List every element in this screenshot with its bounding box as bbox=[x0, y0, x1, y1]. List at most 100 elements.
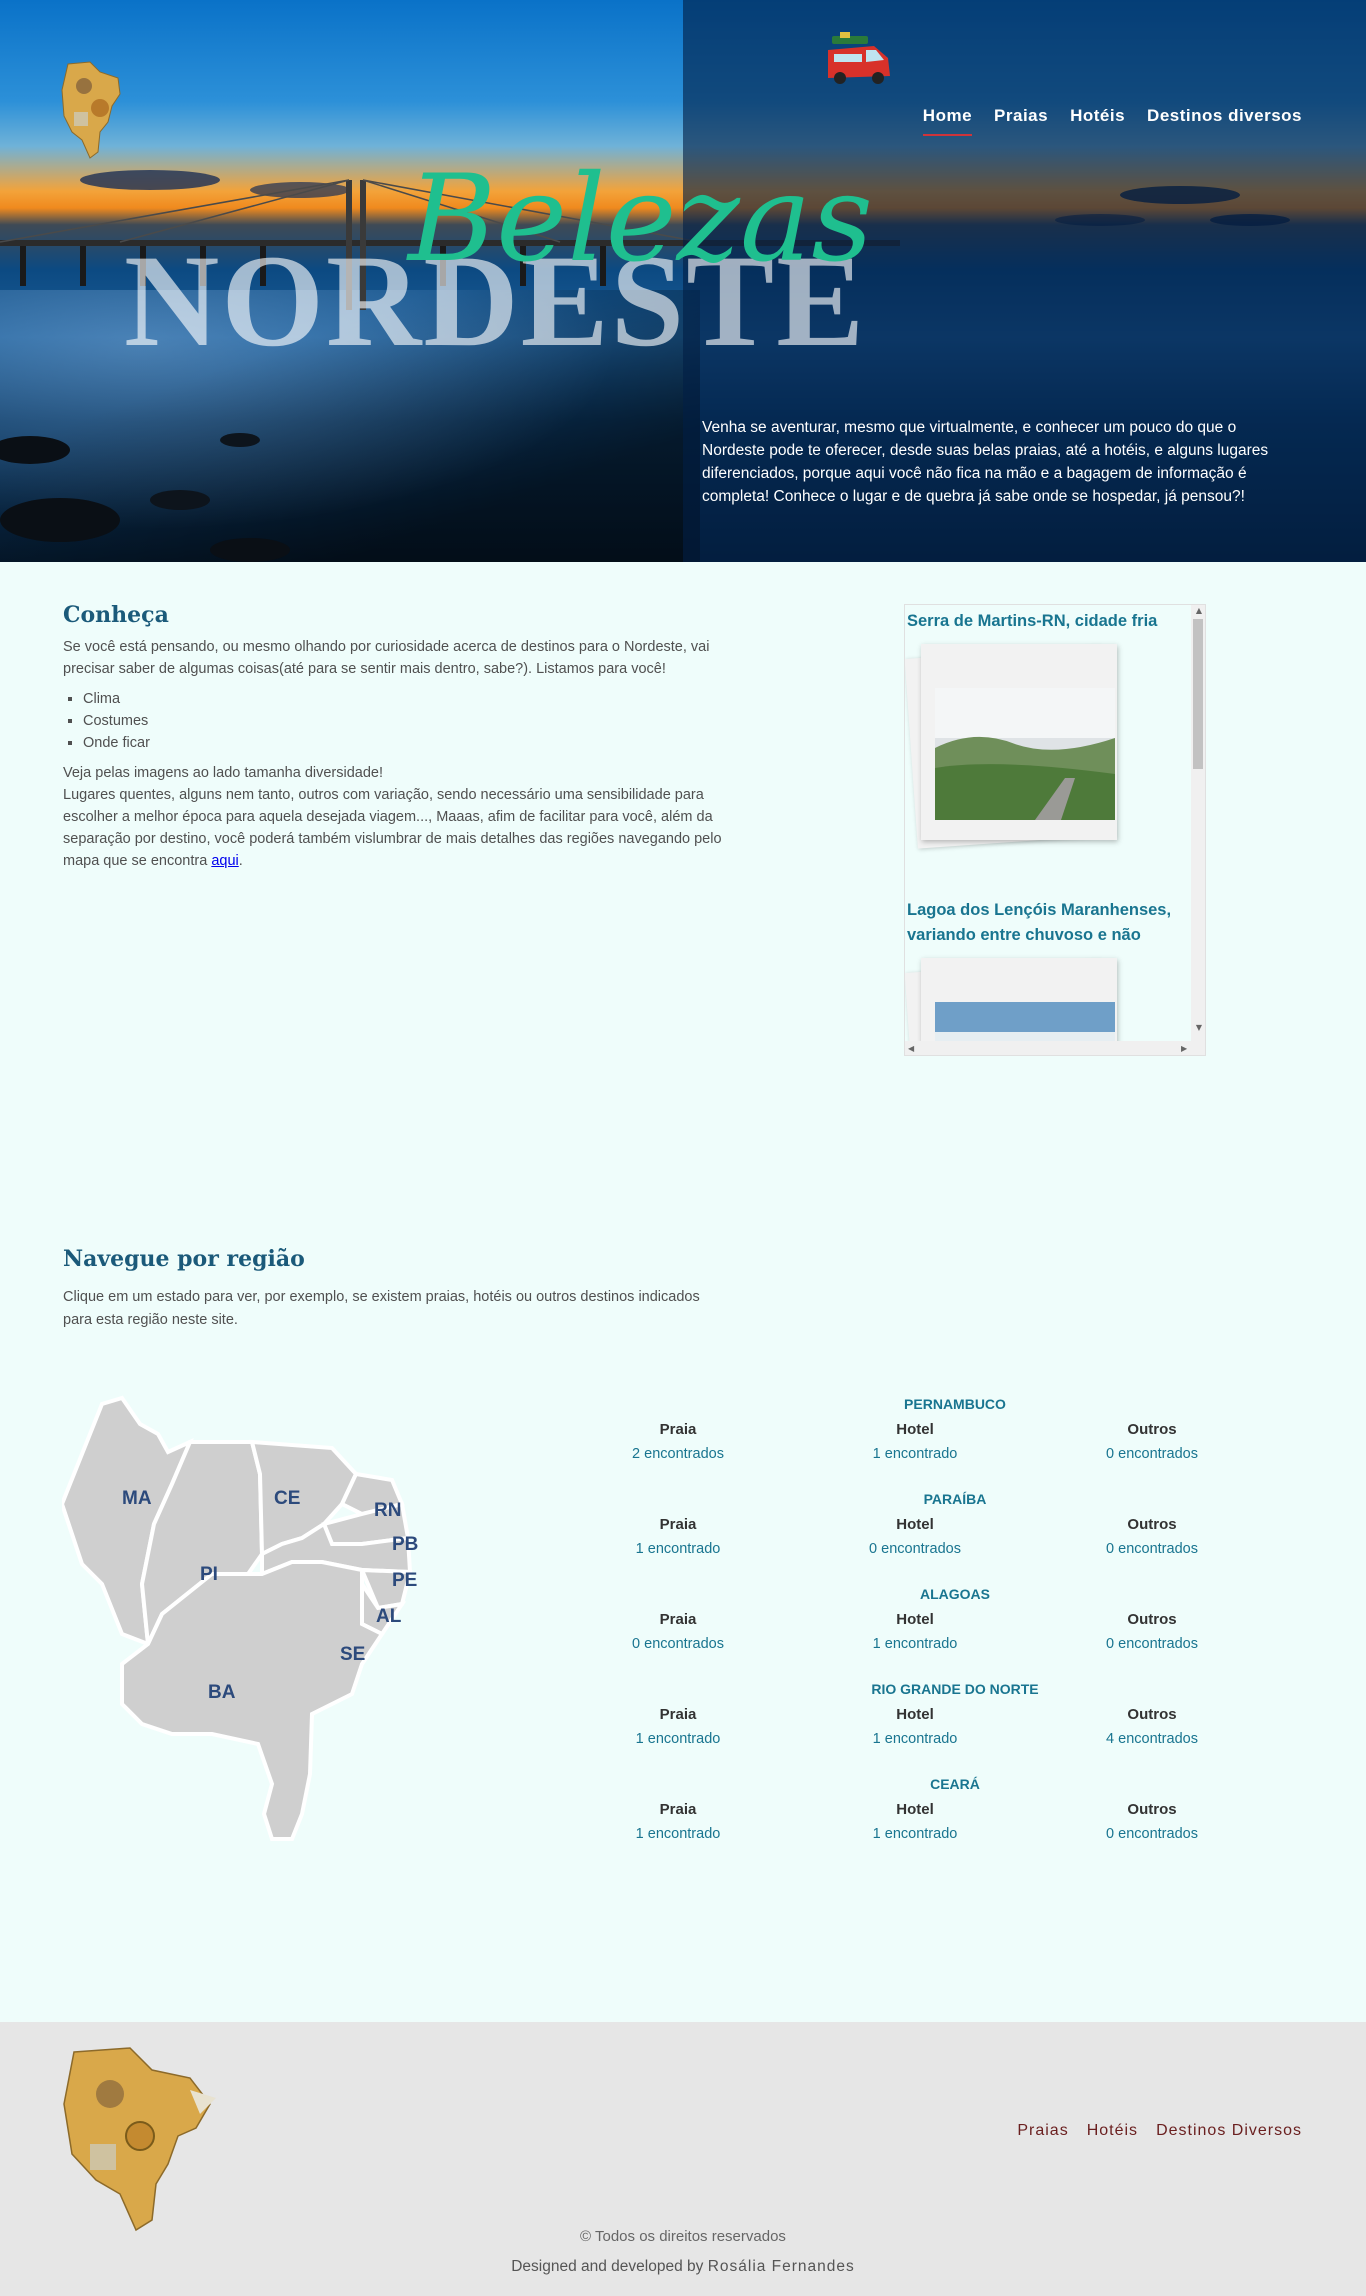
hotel-column: Hotel 1 encontrado bbox=[797, 1798, 1033, 1846]
serra-de-martins-photo bbox=[935, 688, 1115, 820]
outros-count[interactable]: 4 encontrados bbox=[1034, 1727, 1270, 1751]
state-result: ALAGOAS Praia 0 encontrados Hotel 1 encont… bbox=[560, 1586, 1270, 1681]
state-name: CEARÁ bbox=[930, 1776, 980, 1792]
state-name: ALAGOAS bbox=[920, 1586, 990, 1602]
conheca-list: Clima Costumes Onde ficar bbox=[83, 688, 743, 754]
praia-column: Praia 2 encontrados bbox=[560, 1418, 796, 1466]
outros-count[interactable]: 0 encontrados bbox=[1034, 1632, 1270, 1656]
praia-count[interactable]: 0 encontrados bbox=[560, 1632, 796, 1656]
outros-label: Outros bbox=[1127, 1801, 1177, 1818]
list-item: Clima bbox=[83, 688, 743, 710]
scroll-right-icon[interactable]: ▶ bbox=[1181, 1044, 1187, 1053]
conheca-title: Conheça bbox=[63, 602, 169, 628]
hotel-count[interactable]: 1 encontrado bbox=[797, 1822, 1033, 1846]
state-name: PERNAMBUCO bbox=[904, 1396, 1006, 1412]
rocks-decoration bbox=[0, 433, 290, 562]
scroll-up-icon[interactable]: ▲ bbox=[1196, 606, 1202, 615]
gallery-horizontal-scrollbar[interactable] bbox=[905, 1041, 1193, 1055]
credits-prefix: Designed and developed by bbox=[511, 2258, 708, 2275]
conheca-body-end: . bbox=[238, 853, 243, 869]
hotel-label: Hotel bbox=[896, 1706, 934, 1723]
gallery-vertical-scrollbar[interactable] bbox=[1191, 605, 1205, 1055]
hotel-count[interactable]: 1 encontrado bbox=[797, 1632, 1033, 1656]
photo-frame-front bbox=[921, 644, 1117, 840]
praia-label: Praia bbox=[659, 1421, 697, 1438]
state-name: RIO GRANDE DO NORTE bbox=[871, 1681, 1039, 1697]
hotel-label: Hotel bbox=[896, 1516, 934, 1533]
hotel-count[interactable]: 0 encontrados bbox=[797, 1537, 1033, 1561]
regiao-text: Clique em um estado para ver, por exempl… bbox=[63, 1289, 700, 1328]
hotel-count[interactable]: 1 encontrado bbox=[797, 1442, 1033, 1466]
hotel-column: Hotel 1 encontrado bbox=[797, 1418, 1033, 1466]
outros-count[interactable]: 0 encontrados bbox=[1034, 1537, 1270, 1561]
outros-label: Outros bbox=[1127, 1421, 1177, 1438]
map-label-pb: PB bbox=[392, 1534, 418, 1555]
credits-text: Designed and developed by Rosália Fernan… bbox=[0, 2258, 1366, 2276]
footer-nav-destinos-diversos[interactable]: Destinos Diversos bbox=[1156, 2122, 1302, 2140]
state-result: CEARÁ Praia 1 encontrado Hotel 1 encontrad… bbox=[560, 1776, 1270, 1871]
state-results-list: PERNAMBUCO Praia 2 encontrados Hotel 1 enc… bbox=[560, 1396, 1270, 1871]
praia-label: Praia bbox=[659, 1516, 697, 1533]
conheca-section: Conheça Se você está pensando, ou mesmo … bbox=[63, 602, 743, 872]
hotel-column: Hotel 1 encontrado bbox=[797, 1703, 1033, 1751]
map-label-pe: PE bbox=[392, 1570, 417, 1591]
outros-column: Outros 0 encontrados bbox=[1034, 1798, 1270, 1846]
praia-count[interactable]: 2 encontrados bbox=[560, 1442, 796, 1466]
outros-column: Outros 0 encontrados bbox=[1034, 1418, 1270, 1466]
state-result: PARAÍBA Praia 1 encontrado Hotel 0 encontr… bbox=[560, 1491, 1270, 1586]
praia-count[interactable]: 1 encontrado bbox=[560, 1537, 796, 1561]
nav-home[interactable]: Home bbox=[922, 106, 973, 136]
praia-label: Praia bbox=[659, 1611, 697, 1628]
state-result: PERNAMBUCO Praia 2 encontrados Hotel 1 enc… bbox=[560, 1396, 1270, 1491]
gallery-photo-frame[interactable] bbox=[905, 644, 1127, 849]
copyright-text: © Todos os direitos reservados bbox=[580, 2228, 786, 2245]
map-label-pi: PI bbox=[200, 1564, 218, 1585]
praia-column: Praia 1 encontrado bbox=[560, 1703, 796, 1751]
outros-count[interactable]: 0 encontrados bbox=[1034, 1822, 1270, 1846]
praia-column: Praia 1 encontrado bbox=[560, 1798, 796, 1846]
hotel-label: Hotel bbox=[896, 1421, 934, 1438]
outros-label: Outros bbox=[1127, 1706, 1177, 1723]
footer-nav-hoteis[interactable]: Hotéis bbox=[1087, 2122, 1138, 2140]
northeast-map: MA CE RN PB PI PE AL SE BA bbox=[62, 1395, 418, 1841]
nordeste-map-logo-icon[interactable] bbox=[60, 60, 122, 160]
outros-label: Outros bbox=[1127, 1516, 1177, 1533]
conheca-body-text: Lugares quentes, alguns nem tanto, outro… bbox=[63, 787, 722, 869]
footer: Praias Hotéis Destinos Diversos © Todos … bbox=[0, 2022, 1366, 2296]
author-name: Rosália Fernandes bbox=[707, 2258, 855, 2275]
list-item: Costumes bbox=[83, 710, 743, 732]
destinations-gallery[interactable]: Serra de Martins-RN, cidade fria Lagoa d… bbox=[904, 604, 1206, 1056]
nav-destinos-diversos[interactable]: Destinos diversos bbox=[1147, 106, 1302, 136]
praia-label: Praia bbox=[659, 1706, 697, 1723]
praia-count[interactable]: 1 encontrado bbox=[560, 1822, 796, 1846]
outros-label: Outros bbox=[1127, 1611, 1177, 1628]
gallery-item-title: Serra de Martins-RN, cidade fria bbox=[907, 612, 1158, 630]
outros-count[interactable]: 0 encontrados bbox=[1034, 1442, 1270, 1466]
state-name: PARAÍBA bbox=[923, 1491, 987, 1507]
map-label-ba: BA bbox=[208, 1682, 236, 1703]
footer-nav: Praias Hotéis Destinos Diversos bbox=[1017, 2122, 1302, 2140]
gallery-item-title: Lagoa dos Lençóis Maranhenses, variando … bbox=[907, 901, 1172, 944]
outros-column: Outros 4 encontrados bbox=[1034, 1703, 1270, 1751]
nordeste-map-logo-icon[interactable] bbox=[60, 2044, 220, 2234]
praia-count[interactable]: 1 encontrado bbox=[560, 1727, 796, 1751]
map-label-rn: RN bbox=[374, 1500, 401, 1521]
map-link[interactable]: aqui bbox=[211, 853, 238, 869]
hotel-column: Hotel 1 encontrado bbox=[797, 1608, 1033, 1656]
conheca-body-line1: Veja pelas imagens ao lado tamanha diver… bbox=[63, 765, 384, 781]
scrollbar-thumb[interactable] bbox=[1193, 619, 1203, 769]
praia-label: Praia bbox=[659, 1801, 697, 1818]
regiao-title: Navegue por região bbox=[63, 1246, 305, 1272]
gallery-content: Serra de Martins-RN, cidade fria Lagoa d… bbox=[905, 605, 1191, 1055]
nav-praias[interactable]: Praias bbox=[994, 106, 1048, 136]
scroll-down-icon[interactable]: ▼ bbox=[1196, 1023, 1202, 1032]
scroll-left-icon[interactable]: ◀ bbox=[908, 1044, 914, 1053]
list-item: Onde ficar bbox=[83, 732, 743, 754]
outros-column: Outros 0 encontrados bbox=[1034, 1608, 1270, 1656]
conheca-intro: Se você está pensando, ou mesmo olhando … bbox=[63, 639, 710, 677]
hotel-count[interactable]: 1 encontrado bbox=[797, 1727, 1033, 1751]
footer-nav-praias[interactable]: Praias bbox=[1017, 2122, 1068, 2140]
regiao-section: Navegue por região Clique em um estado p… bbox=[63, 1246, 703, 1332]
nav-hoteis[interactable]: Hotéis bbox=[1070, 106, 1125, 136]
conheca-body: Veja pelas imagens ao lado tamanha diver… bbox=[63, 762, 743, 872]
